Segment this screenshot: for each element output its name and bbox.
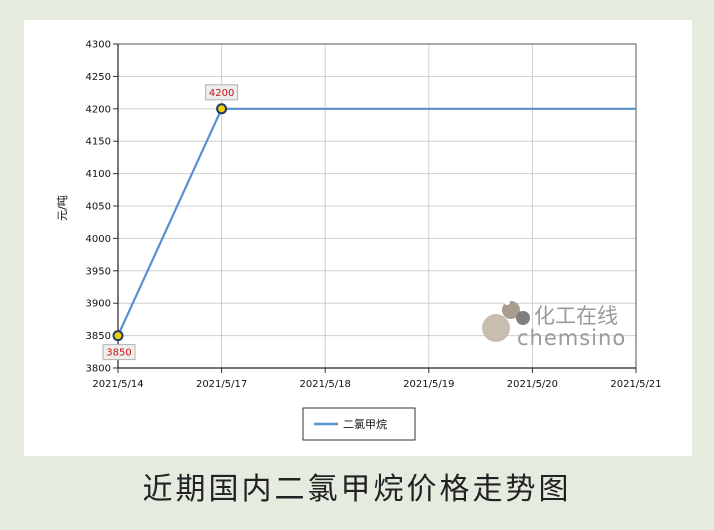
data-label: 3850 (106, 348, 131, 359)
y-axis-title: 元/吨 (56, 195, 69, 221)
x-tick-label: 2021/5/21 (610, 379, 661, 390)
y-tick-labels: 3800 3850 3900 3950 4000 4050 4100 4150 4200 4250… (86, 40, 111, 375)
data-point-marker (112, 330, 124, 342)
series-line (116, 107, 636, 337)
x-tick-label: 2021/5/14 (92, 379, 143, 390)
y-tick-label: 4050 (86, 202, 111, 213)
series-line-path (116, 107, 636, 337)
line-chart: 化工在线 chemsino 3800 3850 3900 3950 4000 4050 41… (56, 40, 662, 441)
y-tick-label: 4300 (86, 40, 111, 51)
data-point-marker (216, 103, 228, 115)
y-tick-label: 3850 (86, 331, 111, 342)
watermark-en: chemsino (517, 326, 626, 350)
x-tick-label: 2021/5/20 (507, 379, 558, 390)
y-tick-label: 3800 (86, 364, 111, 375)
data-label: 4200 (209, 88, 234, 99)
legend: 二氯甲烷 (302, 407, 416, 441)
y-tick-label: 4200 (86, 104, 111, 115)
watermark: 化工在线 chemsino (482, 299, 626, 350)
x-tick-label: 2021/5/17 (196, 379, 247, 390)
legend-label: 二氯甲烷 (343, 417, 387, 431)
chart-panel: 化工在线 chemsino 3800 3850 3900 3950 4000 4050 41… (24, 20, 692, 456)
y-tick-label: 4000 (86, 234, 111, 245)
y-tick-label: 4150 (86, 137, 111, 148)
y-tick-label: 4100 (86, 169, 111, 180)
watermark-cn: 化工在线 (534, 304, 618, 328)
y-tick-label: 4250 (86, 72, 111, 83)
y-tick-label: 3950 (86, 266, 111, 277)
y-tick-label: 3900 (86, 299, 111, 310)
x-tick-label: 2021/5/19 (403, 379, 454, 390)
chart-caption: 近期国内二氯甲烷价格走势图 (142, 472, 572, 507)
x-tick-label: 2021/5/18 (300, 379, 351, 390)
x-tick-labels: 2021/5/14 2021/5/17 2021/5/18 2021/5/19 2021… (92, 379, 661, 390)
